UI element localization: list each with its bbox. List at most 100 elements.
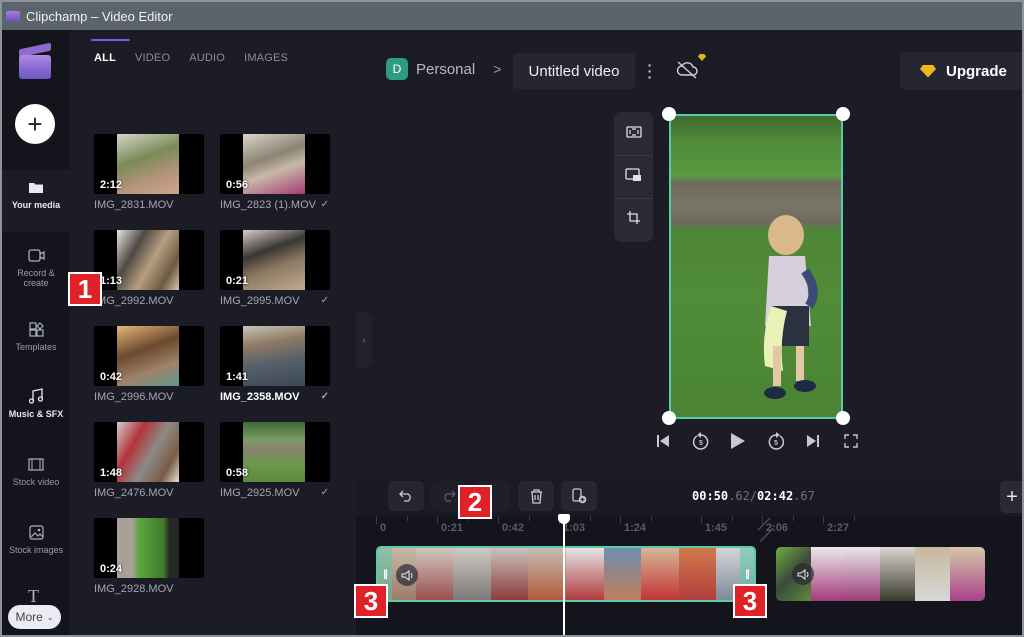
media-filename: IMG_2823 (1).MOV	[220, 199, 316, 211]
media-item[interactable]: 1:13 IMG_2992.MOV	[94, 230, 204, 307]
media-duration: 0:56	[226, 179, 249, 191]
collapse-panel-button[interactable]: ‹	[356, 312, 372, 368]
more-options-icon[interactable]: · · ·	[646, 58, 654, 84]
rail-item-music-sfx[interactable]: Music & SFX	[2, 379, 70, 441]
svg-text:5: 5	[699, 440, 703, 447]
upgrade-label: Upgrade	[946, 62, 1007, 80]
more-label: More	[15, 610, 43, 624]
media-duration: 0:58	[226, 467, 249, 479]
media-duration: 1:13	[100, 275, 123, 287]
resize-handle-bottom-right[interactable]	[836, 411, 850, 425]
ruler-tick-label: 2:27	[827, 522, 850, 534]
zoom-in-button[interactable]: +	[1000, 481, 1022, 513]
ruler-tick-label: 0:21	[441, 522, 464, 534]
skip-to-start-button[interactable]	[652, 430, 674, 452]
tab-video[interactable]: VIDEO	[135, 52, 170, 64]
media-duration: 0:21	[226, 275, 249, 287]
rail-item-record-create[interactable]: Record & create	[2, 238, 70, 300]
forward-icon: 5	[768, 432, 784, 450]
project-title-input[interactable]: Untitled video	[513, 53, 635, 89]
tab-audio[interactable]: AUDIO	[189, 52, 225, 64]
resize-handle-top-right[interactable]	[836, 107, 850, 121]
media-item[interactable]: 0:24 IMG_2928.MOV	[94, 518, 204, 595]
media-thumbnail: 0:58	[220, 422, 330, 482]
undo-button[interactable]	[388, 481, 424, 511]
svg-text:5: 5	[774, 440, 778, 447]
rail-item-stock-images[interactable]: Stock images	[2, 515, 70, 577]
premium-gem-icon	[698, 54, 706, 61]
crop-button[interactable]	[614, 198, 653, 241]
breadcrumb: D Personal >	[386, 58, 501, 80]
ruler-tick-label: 1:24	[624, 522, 647, 534]
media-duration: 0:24	[100, 563, 123, 575]
media-item[interactable]: 2:12 IMG_2831.MOV	[94, 134, 204, 211]
rewind-5-button[interactable]: 5	[690, 430, 712, 452]
upgrade-button[interactable]: Upgrade	[900, 52, 1022, 90]
tab-images[interactable]: IMAGES	[244, 52, 288, 64]
media-thumbnail: 2:12	[94, 134, 204, 194]
resize-handle-bottom-left[interactable]	[662, 411, 676, 425]
rail-item-templates[interactable]: Templates	[2, 312, 70, 374]
workspace-link[interactable]: Personal	[416, 61, 475, 78]
rail-item-your-media[interactable]: Your media	[2, 170, 70, 232]
add-to-timeline-button[interactable]	[561, 481, 597, 511]
time-separator: /	[749, 489, 758, 503]
skip-to-end-button[interactable]	[802, 430, 824, 452]
media-thumbnail: 0:21	[220, 230, 330, 290]
rail-item-stock-video[interactable]: Stock video	[2, 447, 70, 509]
media-item[interactable]: 1:48 IMG_2476.MOV	[94, 422, 204, 499]
fullscreen-button[interactable]	[840, 430, 862, 452]
diamond-icon	[920, 64, 936, 78]
more-button[interactable]: More ⌄	[8, 605, 61, 629]
timeline: 00:50.62/02:42.67 + 0 0:21 0:42 1:03 1:24 1:4…	[356, 476, 1022, 635]
speaker-icon[interactable]	[792, 563, 814, 585]
play-button[interactable]	[727, 430, 749, 452]
media-item[interactable]: 0:58 IMG_2925.MOV ✓	[220, 422, 330, 499]
delete-button[interactable]	[518, 481, 554, 511]
media-thumbnail: 0:56	[220, 134, 330, 194]
film-icon	[27, 455, 45, 473]
media-thumbnail: 0:42	[94, 326, 204, 386]
media-item[interactable]: 0:42 IMG_2996.MOV	[94, 326, 204, 403]
added-check-icon: ✓	[320, 487, 329, 498]
forward-5-button[interactable]: 5	[765, 430, 787, 452]
window-title: Clipchamp – Video Editor	[26, 8, 173, 24]
resize-handle-top-left[interactable]	[662, 107, 676, 121]
preview-toolbar	[614, 112, 653, 242]
annotation-callout-2: 2	[458, 485, 492, 519]
speaker-icon[interactable]	[396, 564, 418, 586]
media-item[interactable]: 0:56 IMG_2823 (1).MOV ✓	[220, 134, 330, 211]
media-thumbnail: 0:24	[94, 518, 204, 578]
added-check-icon: ✓	[320, 295, 329, 306]
chevron-down-icon: ⌄	[46, 612, 54, 622]
timeline-clip[interactable]	[776, 547, 985, 601]
backup-off-icon[interactable]	[676, 54, 706, 85]
add-media-button[interactable]: +	[15, 104, 55, 144]
crop-icon	[626, 210, 641, 230]
media-filename: IMG_2358.MOV	[220, 391, 300, 403]
camera-icon	[27, 246, 45, 264]
media-item[interactable]: 0:21 IMG_2995.MOV ✓	[220, 230, 330, 307]
fit-fill-button[interactable]	[614, 112, 653, 155]
media-item[interactable]: 1:41 IMG_2358.MOV ✓	[220, 326, 330, 403]
timeline-clip-selected[interactable]: || ||	[376, 546, 756, 602]
playhead[interactable]	[558, 514, 570, 635]
playback-controls: 5 5	[652, 430, 862, 452]
ruler-tick-label: 1:03	[563, 522, 586, 534]
media-thumbnail: 1:13	[94, 230, 204, 290]
text-icon[interactable]: T	[28, 586, 39, 607]
media-filename: IMG_2925.MOV	[220, 487, 300, 499]
workspace-avatar: D	[386, 58, 408, 80]
pip-icon	[625, 167, 642, 187]
fullscreen-icon	[844, 434, 858, 448]
media-thumbnail: 1:48	[94, 422, 204, 482]
picture-in-picture-button[interactable]	[614, 155, 653, 198]
clipchamp-logo	[17, 42, 53, 80]
clip-frames	[378, 548, 754, 600]
total-time: 02:42	[757, 489, 794, 503]
duplicate-add-icon	[572, 488, 587, 504]
video-preview[interactable]	[669, 114, 843, 419]
timeline-ruler[interactable]: 0 0:21 0:42 1:03 1:24 1:45 2:06 2:27	[356, 516, 1022, 542]
tab-all[interactable]: ALL	[91, 39, 130, 64]
media-filename: IMG_2476.MOV	[94, 487, 174, 499]
